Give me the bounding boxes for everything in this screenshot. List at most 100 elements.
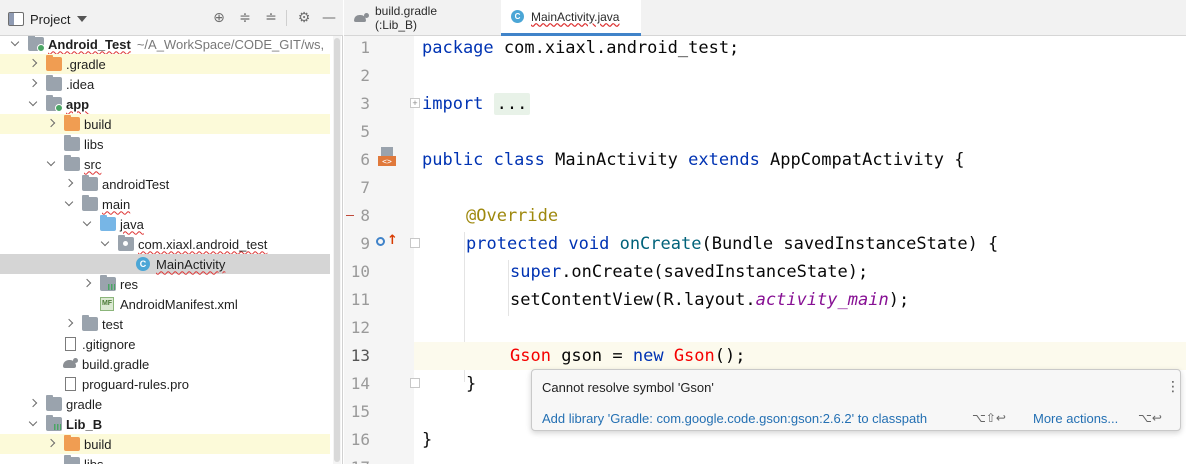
tree-item-src[interactable]: src [0, 154, 330, 174]
tree-item-label: res [120, 276, 139, 292]
tree-item-gitignore[interactable]: .gitignore [0, 334, 330, 354]
line-number: 9 [360, 234, 370, 253]
folder-icon [46, 75, 62, 91]
tree-item-label: com.xiaxl.android_test [138, 236, 268, 252]
tree-item-label: proguard-rules.pro [82, 376, 189, 392]
project-panel-header: Project ⊕ ≑ ≐ ⚙ — [0, 0, 343, 36]
line-number: 3 [360, 94, 370, 113]
token-keyword: super [510, 262, 562, 282]
token-keyword: new [632, 346, 664, 366]
tree-item-label: libs [84, 136, 104, 152]
token-keyword: import [422, 94, 484, 114]
quick-fix-shortcut: ⌥⇧↩ [972, 411, 1006, 425]
chevron-right-icon[interactable] [82, 279, 92, 289]
expand-all-icon[interactable]: ≑ [236, 9, 254, 27]
chevron-down-icon[interactable] [28, 99, 38, 109]
code-line-6[interactable]: public class MainActivity extends AppCom… [414, 146, 1186, 174]
layout-preview-icon[interactable]: <> [376, 146, 398, 168]
tree-item-lib-b-libs[interactable]: libs [0, 454, 330, 464]
tree-item-app[interactable]: app [0, 94, 330, 114]
folder-icon [46, 395, 62, 411]
resource-folder-icon [100, 275, 116, 291]
token-keyword: extends [688, 150, 760, 170]
tree-item-build-gradle[interactable]: build.gradle [0, 354, 330, 374]
chevron-right-icon[interactable] [46, 439, 56, 449]
tree-item-lib-b-build[interactable]: build [0, 434, 330, 454]
line-number: 14 [350, 374, 370, 393]
chevron-right-icon[interactable] [46, 119, 56, 129]
more-options-icon[interactable]: ⋮ [1166, 379, 1180, 393]
chevron-down-icon[interactable] [10, 39, 20, 49]
tree-item-label: androidTest [102, 176, 170, 192]
tree-item-android-test[interactable]: Android_Test ~/A_WorkSpace/CODE_GIT/ws, [0, 36, 330, 54]
tree-item-app-libs[interactable]: libs [0, 134, 330, 154]
gradle-icon [354, 12, 369, 24]
code-line-10[interactable]: super.onCreate(savedInstanceState); [414, 258, 1186, 286]
editor-gutter[interactable]: 1 2 3 5 6 7 8 9 10 11 12 13 14 15 16 17 … [344, 36, 441, 464]
tree-item-main[interactable]: main [0, 194, 330, 214]
add-library-quick-fix-link[interactable]: Add library 'Gradle: com.google.code.gso… [542, 411, 927, 426]
tab-main-activity[interactable]: C MainActivity.java [501, 0, 641, 36]
tree-item-label: build [84, 116, 112, 132]
code-line-3[interactable]: import ... [414, 90, 1186, 118]
token-field: activity_main [755, 290, 889, 310]
line-number-current: 13 [350, 346, 370, 365]
more-actions-link[interactable]: More actions... [1033, 411, 1118, 426]
folder-icon [64, 155, 80, 171]
code-line-1[interactable]: package com.xiaxl.android_test; [414, 36, 1186, 62]
tree-item-manifest[interactable]: MF AndroidManifest.xml [0, 294, 330, 314]
tree-item-label: app [66, 96, 90, 112]
module-folder-icon [46, 95, 63, 112]
tree-item-app-build[interactable]: build [0, 114, 330, 134]
tree-item-res[interactable]: res [0, 274, 330, 294]
chevron-down-icon[interactable] [46, 159, 56, 169]
line-number: 16 [350, 430, 370, 449]
minimize-icon[interactable]: — [320, 9, 338, 27]
chevron-right-icon[interactable] [64, 319, 74, 329]
gear-icon[interactable]: ⚙ [295, 9, 313, 27]
token-text: } [466, 374, 477, 394]
code-line-11[interactable]: setContentView(R.layout.activity_main); [414, 286, 1186, 314]
tab-build-gradle-lib-b[interactable]: build.gradle (:Lib_B) [344, 0, 485, 36]
tree-scrollbar[interactable] [333, 36, 341, 464]
vcs-change-marker [346, 215, 354, 216]
tree-item-lib-b[interactable]: Lib_B [0, 414, 330, 434]
tree-item-gradle[interactable]: gradle [0, 394, 330, 414]
tree-item-test[interactable]: test [0, 314, 330, 334]
token-text: ); [888, 290, 910, 310]
tree-item-label: build [84, 436, 112, 452]
token-method: onCreate [619, 234, 702, 254]
chevron-right-icon[interactable] [28, 79, 38, 89]
collapse-all-icon[interactable]: ≐ [262, 9, 280, 27]
tree-item-java[interactable]: java [0, 214, 330, 234]
chevron-right-icon[interactable] [64, 179, 74, 189]
chevron-down-icon[interactable] [64, 199, 74, 209]
line-number: 17 [344, 454, 370, 464]
tree-item-idea[interactable]: .idea [0, 74, 330, 94]
gradle-icon [62, 358, 78, 370]
tree-item-android-test-dir[interactable]: androidTest [0, 174, 330, 194]
tree-item-gradle-dir[interactable]: .gradle [0, 54, 330, 74]
folder-icon [82, 315, 98, 331]
header-divider [286, 10, 287, 26]
tree-scrollbar-thumb[interactable] [334, 38, 340, 462]
tree-item-label: .gitignore [82, 336, 136, 352]
folded-imports[interactable]: ... [493, 93, 531, 115]
tree-item-label: libs [84, 456, 104, 464]
tree-item-proguard[interactable]: proguard-rules.pro [0, 374, 330, 394]
locate-icon[interactable]: ⊕ [210, 9, 228, 27]
code-line-9[interactable]: protected void onCreate(Bundle savedInst… [414, 230, 1186, 258]
tree-item-package[interactable]: com.xiaxl.android_test [0, 234, 330, 254]
token-text: .onCreate(savedInstanceState); [561, 262, 869, 282]
code-line-13-current[interactable]: Gson gson = new Gson(); [414, 342, 1186, 370]
tree-item-main-activity[interactable]: C MainActivity [0, 254, 330, 274]
chevron-right-icon[interactable] [28, 399, 38, 409]
chevron-down-icon[interactable] [100, 239, 110, 249]
chevron-right-icon[interactable] [28, 59, 38, 69]
chevron-down-icon[interactable] [28, 419, 38, 429]
chevron-down-icon[interactable] [82, 219, 92, 229]
code-line-8[interactable]: @Override [414, 202, 1186, 230]
project-view-selector[interactable]: Project [8, 9, 88, 29]
override-method-icon[interactable]: ↑ [376, 234, 398, 250]
line-number: 8 [360, 206, 370, 225]
